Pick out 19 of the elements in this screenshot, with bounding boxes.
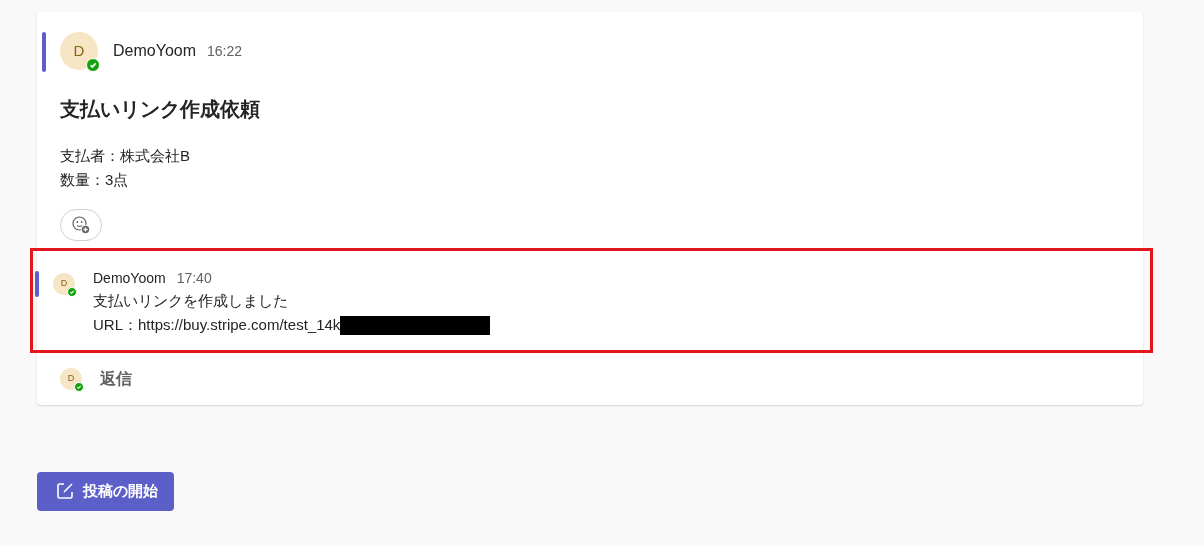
emoji-add-icon [71, 215, 91, 235]
post-subject: 支払いリンク作成依頼 [60, 97, 261, 122]
message-line: 支払いリンクを作成しました [93, 291, 288, 311]
avatar: D [60, 32, 98, 70]
timestamp: 17:40 [176, 269, 212, 288]
message-line: 数量：3点 [60, 170, 130, 190]
accent-bar [35, 271, 39, 297]
reply-button[interactable]: D 返信 [37, 353, 1143, 405]
add-reaction-button[interactable] [60, 209, 102, 241]
author-name: DemoYoom [113, 41, 196, 61]
accent-bar [42, 32, 46, 72]
avatar: D [53, 273, 75, 295]
compose-icon [56, 482, 74, 501]
message-line: 支払者：株式会社B [60, 146, 191, 166]
message-line: URL：https://buy.stripe.com/test_14k [93, 315, 341, 335]
new-post-button[interactable]: 投稿の開始 [37, 472, 174, 511]
avatar: D [60, 368, 82, 390]
author-name: DemoYoom [93, 269, 166, 288]
timestamp: 16:22 [207, 41, 243, 61]
